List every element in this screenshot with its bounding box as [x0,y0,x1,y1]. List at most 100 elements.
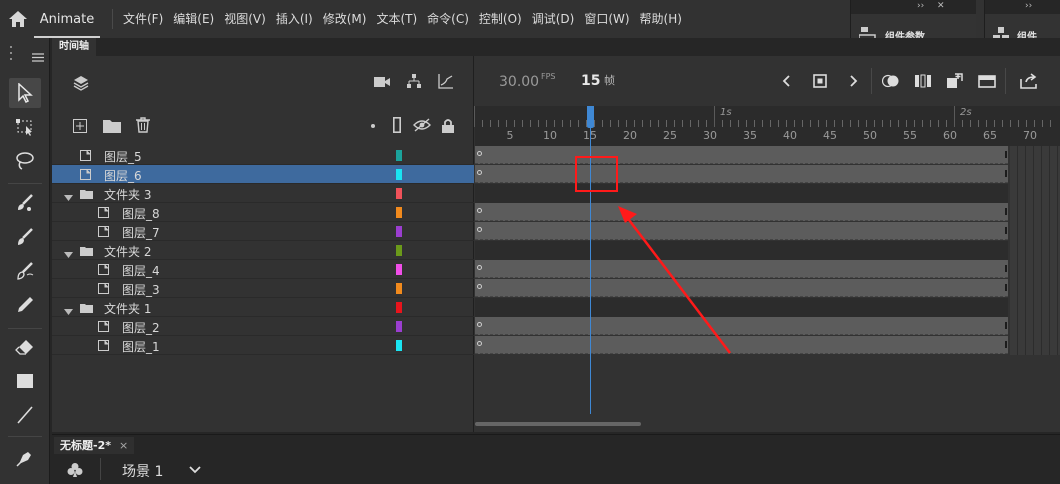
empty-frames[interactable] [1010,298,1060,317]
layer-color-swatch[interactable] [396,169,402,180]
empty-frames[interactable] [1010,260,1060,279]
playhead[interactable] [590,106,591,414]
menu-item-8[interactable]: 调试(D) [527,0,580,38]
selection-tool-icon[interactable] [9,78,41,108]
layer-color-swatch[interactable] [396,150,402,161]
layer-color-swatch[interactable] [396,207,402,218]
pen-tool-icon[interactable] [9,442,41,472]
next-frame-icon[interactable] [845,72,863,90]
empty-frames[interactable] [1010,336,1060,355]
folder-row[interactable]: 文件夹 3 [52,184,474,203]
layer-row[interactable]: 图层_3 [52,279,474,298]
layer-name[interactable]: 文件夹 3 [104,186,151,203]
panel-grip-icon[interactable] [6,42,16,64]
frame-row[interactable] [475,203,1060,222]
frame-span[interactable] [475,298,1008,317]
frame-span[interactable] [475,184,1008,203]
layer-name[interactable]: 图层_3 [122,281,160,298]
lasso-tool-icon[interactable] [9,146,41,176]
blank-keyframe[interactable] [477,322,482,327]
new-folder-icon[interactable] [102,118,122,134]
layer-name[interactable]: 图层_7 [122,224,160,241]
playhead-handle[interactable] [587,106,594,128]
menu-item-9[interactable]: 窗口(W) [579,0,634,38]
graph-editor-icon[interactable] [437,72,455,90]
document-tab[interactable]: 无标题-2* × [54,437,135,455]
layer-name[interactable]: 图层_1 [122,338,160,355]
empty-frames[interactable] [1010,146,1060,165]
layer-color-swatch[interactable] [396,245,402,256]
frame-span[interactable] [475,222,1008,240]
menu-item-4[interactable]: 修改(M) [318,0,372,38]
menu-item-1[interactable]: 编辑(E) [168,0,219,38]
expand-chevron-icon[interactable] [64,247,76,258]
free-transform-tool-icon[interactable] [9,112,41,142]
empty-frames[interactable] [1010,241,1060,260]
panel-menu-icon[interactable] [32,52,44,62]
scene-clubs-icon[interactable] [66,461,84,479]
frame-span[interactable] [475,203,1008,221]
empty-frames[interactable] [1010,222,1060,241]
menu-item-3[interactable]: 插入(I) [271,0,318,38]
frames-grid[interactable] [475,146,1060,432]
frame-span[interactable] [475,279,1008,297]
frame-row[interactable] [475,241,1060,260]
highlight-dot-icon[interactable] [368,120,378,132]
layer-row[interactable]: 图层_6 [52,165,474,184]
eraser-tool-icon[interactable] [9,332,41,362]
frame-ruler[interactable]: 5101520253035404550556065701s2s [474,106,1060,146]
frame-row[interactable] [475,260,1060,279]
empty-frames[interactable] [1010,165,1060,184]
previous-frame-icon[interactable] [777,72,795,90]
blank-keyframe[interactable] [477,151,482,156]
layer-name[interactable]: 图层_4 [122,262,160,279]
folder-row[interactable]: 文件夹 2 [52,241,474,260]
frame-row[interactable] [475,317,1060,336]
layer-row[interactable]: 图层_4 [52,260,474,279]
fps-value[interactable]: 30.00 [499,74,539,90]
chevron-down-icon[interactable] [188,463,202,477]
layer-row[interactable]: 图层_2 [52,317,474,336]
delete-layer-icon[interactable] [134,116,152,134]
rectangle-tool-icon[interactable] [9,366,41,396]
empty-frames[interactable] [1010,203,1060,222]
new-layer-icon[interactable] [72,118,88,134]
menu-item-7[interactable]: 控制(O) [474,0,527,38]
onion-skin-icon[interactable] [881,72,901,90]
folder-row[interactable]: 文件夹 1 [52,298,474,317]
scene-name[interactable]: 场景 1 [122,461,163,481]
layer-row[interactable]: 图层_7 [52,222,474,241]
layer-color-swatch[interactable] [396,321,402,332]
frame-span[interactable] [475,241,1008,260]
menu-item-5[interactable]: 文本(T) [371,0,422,38]
visibility-toggle-icon[interactable] [412,116,432,134]
frame-span[interactable] [475,165,1008,183]
horizontal-scrollbar[interactable] [475,422,641,426]
menu-item-10[interactable]: 帮助(H) [635,0,687,38]
stop-icon[interactable] [811,72,829,90]
insert-keyframe-icon[interactable] [945,72,965,90]
layer-name[interactable]: 图层_8 [122,205,160,222]
frame-row[interactable] [475,184,1060,203]
frame-span[interactable] [475,146,1008,164]
layer-color-swatch[interactable] [396,264,402,275]
layer-color-swatch[interactable] [396,188,402,199]
blank-keyframe[interactable] [477,265,482,270]
frame-row[interactable] [475,336,1060,355]
export-icon[interactable] [1019,72,1041,90]
layer-name[interactable]: 文件夹 2 [104,243,151,260]
layer-name[interactable]: 图层_6 [104,167,142,184]
paint-brush-tool-icon[interactable] [9,188,41,218]
blank-keyframe[interactable] [477,341,482,346]
pencil-tool-icon[interactable] [9,290,41,320]
menu-item-0[interactable]: 文件(F) [118,0,168,38]
fluid-brush-tool-icon[interactable] [9,256,41,286]
tab-timeline[interactable]: 时间轴 [52,38,96,56]
frame-row[interactable] [475,298,1060,317]
menu-item-2[interactable]: 视图(V) [219,0,271,38]
lock-icon[interactable] [440,116,456,134]
insert-blank-keyframe-icon[interactable] [977,72,997,90]
layer-row[interactable]: 图层_1 [52,336,474,355]
frame-span[interactable] [475,260,1008,278]
camera-icon[interactable] [373,74,391,90]
